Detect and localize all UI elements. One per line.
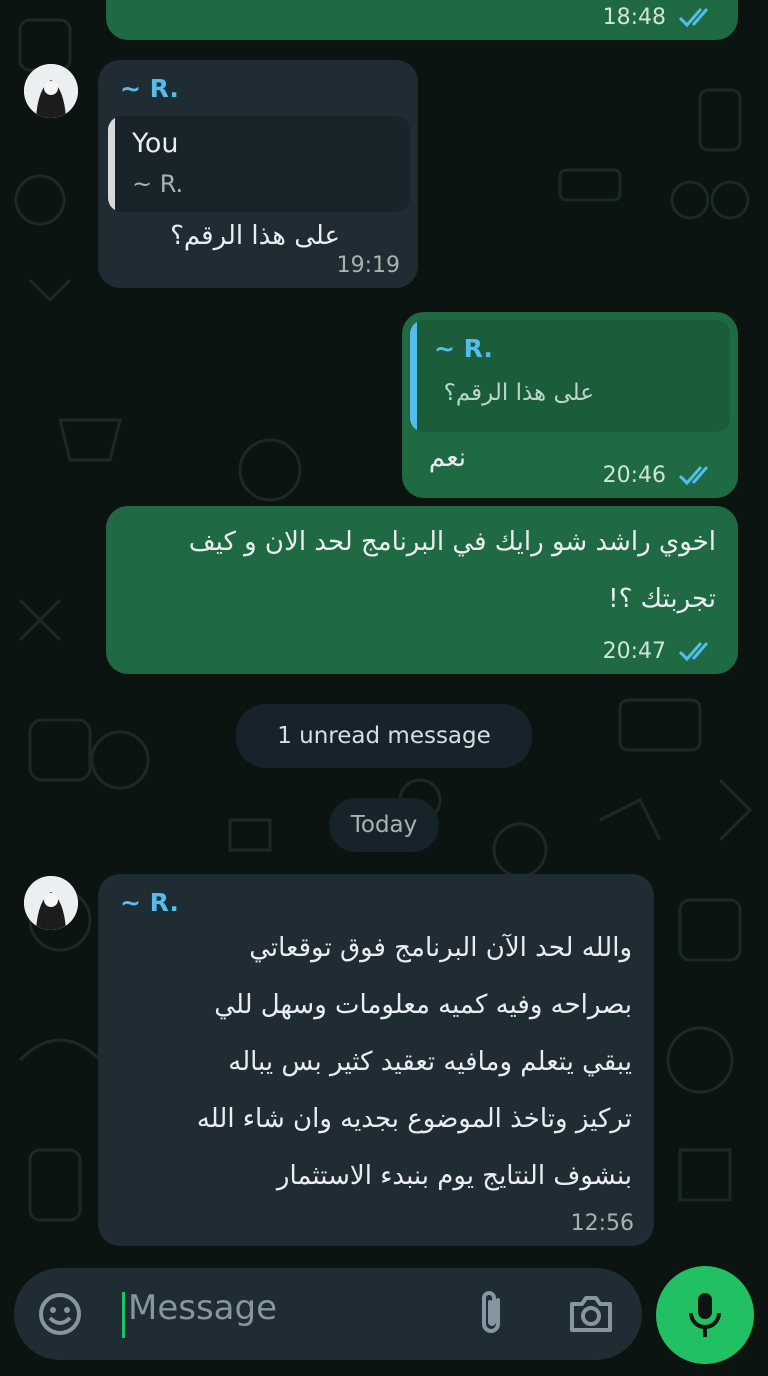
message-line: اخوي راشد شو رايك في البرنامج لحد الان و… xyxy=(188,527,716,557)
sender-name: ~ R. xyxy=(120,888,179,917)
avatar-image xyxy=(24,876,78,930)
sender-name: ~ R. xyxy=(120,74,179,103)
message-time: 20:47 xyxy=(602,639,666,664)
avatar[interactable] xyxy=(24,64,78,118)
quote-text: على هذا الرقم؟ xyxy=(443,380,594,406)
message-composer[interactable]: Message xyxy=(14,1268,642,1360)
message-text: على هذا الرقم؟ xyxy=(170,221,340,251)
quote-text: ~ R. xyxy=(132,170,184,198)
avatar[interactable] xyxy=(24,876,78,930)
message-incoming-1[interactable]: ~ R. You ~ R. على هذا الرقم؟ 19:19 xyxy=(98,60,418,288)
double-check-icon xyxy=(678,466,709,486)
message-input[interactable]: Message xyxy=(128,1288,277,1328)
voice-record-button[interactable] xyxy=(656,1266,754,1364)
message-outgoing-3[interactable]: اخوي راشد شو رايك في البرنامج لحد الان و… xyxy=(106,506,738,674)
unread-banner: 1 unread message xyxy=(236,704,532,768)
message-line: بصراحه وفيه كميه معلومات وسهل للي xyxy=(214,990,632,1020)
paperclip-icon[interactable] xyxy=(472,1290,512,1338)
quote-author: ~ R. xyxy=(434,334,493,363)
chat-area[interactable]: 18:48 ~ R. You ~ R. على هذا الرقم؟ 19:19… xyxy=(0,0,768,1260)
double-check-icon xyxy=(678,642,709,662)
message-text: نعم xyxy=(428,443,466,473)
message-line: تجربتك ؟! xyxy=(608,584,716,614)
text-cursor xyxy=(122,1292,125,1338)
quoted-message[interactable]: ~ R. على هذا الرقم؟ xyxy=(410,320,730,432)
message-line: يبقي يتعلم ومافيه تعقيد كثير بس يباله xyxy=(228,1047,632,1077)
message-time: 18:48 xyxy=(602,5,666,30)
message-time: 19:19 xyxy=(336,253,400,278)
double-check-icon xyxy=(678,8,709,28)
emoji-icon[interactable] xyxy=(36,1290,84,1338)
message-line: تركيز وتاخذ الموضوع بجديه وان شاء الله xyxy=(196,1104,632,1134)
message-line: والله لحد الآن البرنامج فوق توقعاتي xyxy=(249,933,632,963)
message-outgoing-0[interactable]: 18:48 xyxy=(106,0,738,40)
avatar-image xyxy=(24,64,78,118)
date-divider: Today xyxy=(329,798,439,852)
microphone-icon xyxy=(689,1293,721,1337)
message-line: بنشوف النتايج يوم بنبدء الاستثمار xyxy=(276,1161,632,1191)
message-time: 12:56 xyxy=(570,1211,634,1236)
quote-bar xyxy=(108,116,115,212)
quote-bar xyxy=(410,320,417,432)
message-outgoing-2[interactable]: ~ R. على هذا الرقم؟ نعم 20:46 xyxy=(402,312,738,498)
camera-icon[interactable] xyxy=(568,1294,614,1334)
quoted-message[interactable]: You ~ R. xyxy=(108,116,410,212)
quote-author: You xyxy=(132,128,179,159)
message-time: 20:46 xyxy=(602,463,666,488)
message-incoming-4[interactable]: ~ R. والله لحد الآن البرنامج فوق توقعاتي… xyxy=(98,874,654,1246)
